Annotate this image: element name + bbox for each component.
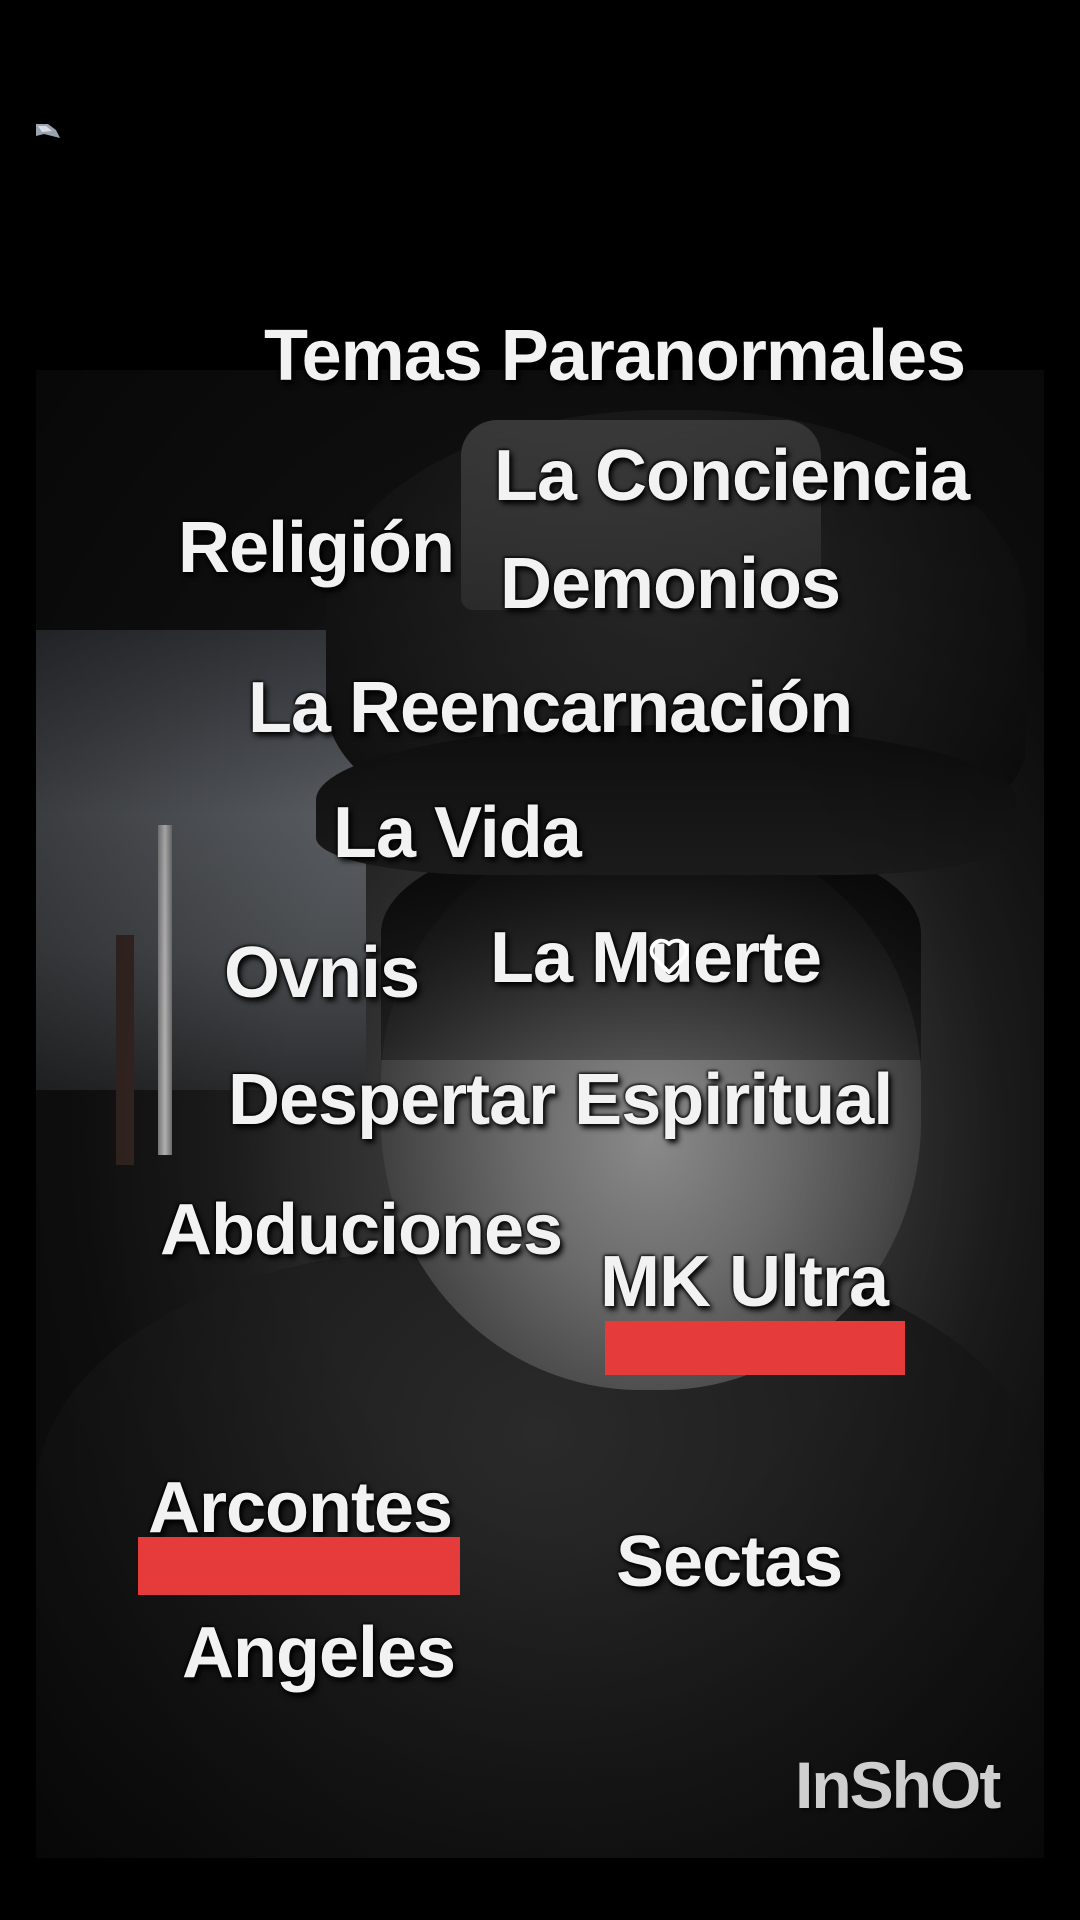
flag-icon bbox=[36, 124, 60, 138]
highlight-bar-arcontes bbox=[138, 1537, 460, 1595]
topic-angeles: Angeles bbox=[182, 1613, 456, 1693]
topic-sectas: Sectas bbox=[616, 1522, 843, 1602]
topic-despertar-espiritual: Despertar Espiritual bbox=[228, 1060, 893, 1140]
highlight-bar-mk-ultra bbox=[605, 1321, 905, 1375]
heart-outline-icon[interactable] bbox=[646, 932, 692, 978]
topic-demonios: Demonios bbox=[500, 544, 841, 624]
topic-abduciones: Abduciones bbox=[160, 1190, 563, 1270]
topic-la-reencarnacion: La Reencarnación bbox=[248, 668, 853, 748]
topic-ovnis: Ovnis bbox=[224, 933, 420, 1013]
topic-la-vida: La Vida bbox=[333, 793, 582, 873]
watermark: InShOt bbox=[795, 1748, 1001, 1822]
topic-la-conciencia: La Conciencia bbox=[494, 436, 970, 516]
topic-religion: Religión bbox=[178, 508, 455, 588]
topic-title: Temas Paranormales bbox=[264, 316, 966, 396]
topic-arcontes: Arcontes bbox=[148, 1468, 453, 1548]
topic-mk-ultra: MK Ultra bbox=[600, 1242, 889, 1322]
